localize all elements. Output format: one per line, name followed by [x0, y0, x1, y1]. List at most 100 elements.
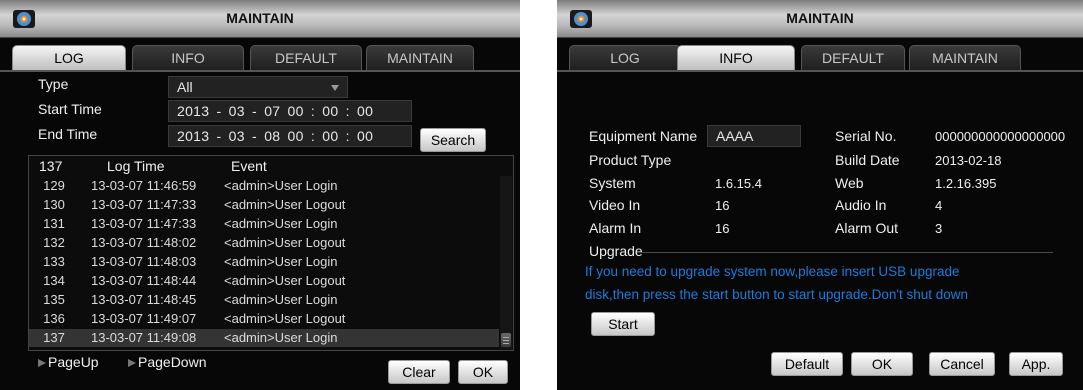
serial-no-label: Serial No.: [835, 128, 897, 144]
build-date-label: Build Date: [835, 152, 900, 168]
build-date-value: 2013-02-18: [935, 153, 1002, 168]
log-row-time: 13-03-07 11:48:02: [91, 235, 197, 250]
log-row-event: <admin>User Login: [224, 178, 338, 193]
log-row[interactable]: 136 13-03-07 11:49:07 <admin>User Logout: [29, 310, 499, 328]
log-row-time: 13-03-07 11:46:59: [91, 178, 197, 193]
log-row-time: 13-03-07 11:47:33: [91, 216, 197, 231]
log-row-event: <admin>User Logout: [224, 273, 346, 288]
page-up-button[interactable]: PageUp: [38, 354, 99, 370]
log-row-event: <admin>User Logout: [224, 197, 346, 212]
tab-info[interactable]: INFO: [132, 45, 244, 71]
upgrade-divider: [637, 252, 1053, 253]
log-row-number: 131: [43, 216, 65, 231]
log-row[interactable]: 132 13-03-07 11:48:02 <admin>User Logout: [29, 234, 499, 252]
end-time-label: End Time: [38, 126, 98, 142]
scroll-thumb[interactable]: [501, 333, 511, 347]
alarm-in-label: Alarm In: [589, 220, 642, 236]
title-bar: MAINTAIN: [557, 0, 1083, 38]
ok-button[interactable]: OK: [458, 360, 508, 384]
tab-default[interactable]: DEFAULT: [250, 45, 362, 71]
log-count: 137: [39, 158, 63, 174]
tab-log[interactable]: LOG: [12, 45, 126, 71]
log-row-time: 13-03-07 11:47:33: [91, 197, 197, 212]
audio-in-label: Audio In: [835, 197, 887, 213]
start-upgrade-button[interactable]: Start: [591, 312, 655, 336]
window-title: MAINTAIN: [226, 10, 294, 26]
page-up-label: PageUp: [48, 354, 99, 370]
page-down-label: PageDown: [138, 354, 207, 370]
log-row-number: 133: [43, 254, 65, 269]
page-down-button[interactable]: PageDown: [128, 354, 207, 370]
log-row-event: <admin>User Logout: [224, 311, 346, 326]
alarm-in-value: 16: [715, 221, 730, 236]
type-select[interactable]: All: [168, 76, 348, 98]
video-in-value: 16: [715, 198, 730, 213]
log-row-event: <admin>User Login: [224, 254, 338, 269]
log-row-event: <admin>User Logout: [224, 235, 346, 250]
log-row-number: 137: [43, 330, 65, 345]
upgrade-instruction-line-1: If you need to upgrade system now,please…: [585, 264, 960, 279]
type-select-value: All: [177, 79, 193, 95]
log-row[interactable]: 137 13-03-07 11:49:08 <admin>User Login: [29, 329, 499, 347]
log-row-time: 13-03-07 11:49:07: [91, 311, 197, 326]
serial-no-value: 000000000000000000: [935, 129, 1066, 144]
tab-bar: LOG INFO DEFAULT MAINTAIN: [557, 45, 1083, 71]
web-label: Web: [835, 175, 864, 191]
log-row-time: 13-03-07 11:48:03: [91, 254, 197, 269]
tab-divider: [0, 70, 520, 72]
tab-divider: [557, 70, 1083, 72]
log-row-event: <admin>User Login: [224, 330, 338, 345]
tab-maintain[interactable]: MAINTAIN: [366, 45, 474, 71]
log-row[interactable]: 131 13-03-07 11:47:33 <admin>User Login: [29, 215, 499, 233]
log-row-number: 130: [43, 197, 65, 212]
clear-button[interactable]: Clear: [388, 360, 450, 384]
log-row-event: <admin>User Login: [224, 216, 338, 231]
tab-default[interactable]: DEFAULT: [801, 45, 905, 71]
system-value: 1.6.15.4: [715, 176, 762, 191]
end-time-field[interactable]: 2013 - 03 - 08 00 : 00 : 00: [168, 125, 412, 147]
upgrade-section-title: Upgrade: [589, 243, 643, 259]
log-row-number: 132: [43, 235, 65, 250]
log-row-time: 13-03-07 11:48:45: [91, 292, 197, 307]
web-value: 1.2.16.395: [935, 176, 997, 191]
tab-bar: LOG INFO DEFAULT MAINTAIN: [0, 45, 520, 71]
alarm-out-label: Alarm Out: [835, 220, 899, 236]
log-row[interactable]: 134 13-03-07 11:48:44 <admin>User Logout: [29, 272, 499, 290]
log-row[interactable]: 130 13-03-07 11:47:33 <admin>User Logout: [29, 196, 499, 214]
search-button[interactable]: Search: [420, 128, 486, 152]
log-table-header: 137 Log Time Event: [29, 156, 513, 176]
default-button[interactable]: Default: [771, 352, 843, 376]
ok-button[interactable]: OK: [851, 352, 913, 376]
alarm-out-value: 3: [935, 221, 943, 236]
start-time-field[interactable]: 2013 - 03 - 07 00 : 00 : 00: [168, 100, 412, 122]
log-row-number: 136: [43, 311, 65, 326]
log-row-event: <admin>User Login: [224, 292, 338, 307]
log-scrollbar[interactable]: [500, 176, 512, 349]
log-row[interactable]: 135 13-03-07 11:48:45 <admin>User Login: [29, 291, 499, 309]
log-row-number: 129: [43, 178, 65, 193]
log-row-number: 134: [43, 273, 65, 288]
maintain-window-log: MAINTAIN LOG INFO DEFAULT MAINTAIN Type …: [0, 0, 520, 390]
equipment-name-field[interactable]: AAAA: [707, 125, 801, 147]
audio-in-value: 4: [935, 198, 943, 213]
event-header: Event: [231, 158, 267, 174]
dropdown-arrow-icon: [331, 85, 339, 91]
log-row-time: 13-03-07 11:48:44: [91, 273, 197, 288]
tab-log[interactable]: LOG: [569, 45, 681, 71]
page-down-icon: [128, 359, 136, 368]
log-row-number: 135: [43, 292, 65, 307]
app-button[interactable]: App.: [1009, 352, 1063, 376]
page-up-icon: [38, 359, 46, 368]
tab-info[interactable]: INFO: [677, 45, 795, 71]
log-time-header: Log Time: [107, 158, 165, 174]
system-label: System: [589, 175, 636, 191]
log-row[interactable]: 129 13-03-07 11:46:59 <admin>User Login: [29, 177, 499, 195]
log-row[interactable]: 133 13-03-07 11:48:03 <admin>User Login: [29, 253, 499, 271]
tab-maintain[interactable]: MAINTAIN: [909, 45, 1021, 71]
cancel-button[interactable]: Cancel: [929, 352, 995, 376]
equipment-name-label: Equipment Name: [589, 128, 698, 144]
window-title: MAINTAIN: [786, 10, 854, 26]
type-label: Type: [38, 76, 69, 92]
video-in-label: Video In: [589, 197, 641, 213]
log-row-time: 13-03-07 11:49:08: [91, 330, 197, 345]
